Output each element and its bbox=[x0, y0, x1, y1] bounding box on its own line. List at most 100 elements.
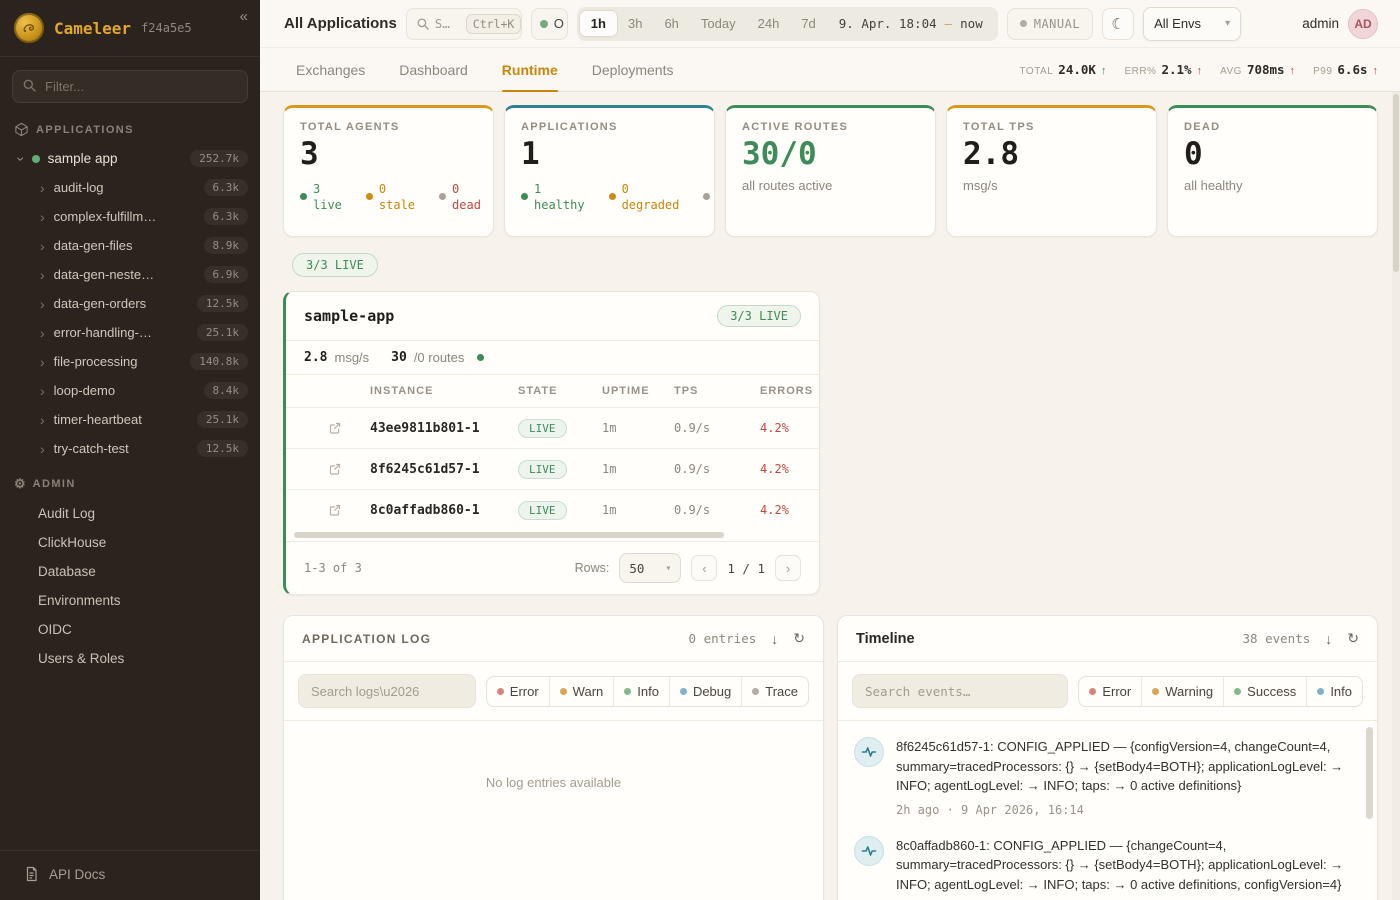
user-name: admin bbox=[1302, 16, 1339, 31]
tab-runtime[interactable]: Runtime bbox=[502, 48, 558, 91]
sidebar-item-users-roles[interactable]: Users & Roles bbox=[0, 644, 260, 673]
chevron-right-icon[interactable]: › bbox=[40, 326, 45, 340]
sidebar-collapse-icon[interactable]: « bbox=[240, 8, 248, 25]
filter-info[interactable]: Info bbox=[613, 677, 669, 706]
range-today[interactable]: Today bbox=[690, 11, 747, 36]
instance-id[interactable]: 8c0affadb860-1 bbox=[364, 490, 512, 531]
tree-item-label: loop-demo bbox=[54, 383, 115, 398]
tree-root-label: sample app bbox=[48, 151, 118, 166]
external-link-icon[interactable] bbox=[328, 503, 358, 517]
timeline-scrollbar-thumb[interactable] bbox=[1366, 727, 1373, 819]
range-24h[interactable]: 24h bbox=[747, 11, 791, 36]
table-row[interactable]: 43ee9811b801-1 LIVE 1m 0.9/s 4.2% 1 bbox=[286, 408, 820, 449]
external-link-icon[interactable] bbox=[328, 462, 358, 476]
download-icon[interactable]: ↓ bbox=[1325, 631, 1332, 647]
prev-page-button[interactable]: ‹ bbox=[691, 555, 717, 581]
chevron-down-icon[interactable]: › bbox=[14, 156, 28, 161]
timeline-event[interactable]: 8c0affadb860-1: CONFIG_APPLIED — {change… bbox=[852, 824, 1361, 900]
tab-exchanges[interactable]: Exchanges bbox=[296, 48, 365, 91]
sidebar-item-database[interactable]: Database bbox=[0, 557, 260, 586]
count-badge: 25.1k bbox=[197, 411, 248, 428]
app-routes-value: 30 bbox=[391, 350, 407, 365]
chevron-right-icon[interactable]: › bbox=[40, 442, 45, 456]
scrollbar-thumb[interactable] bbox=[294, 532, 724, 538]
filter-info[interactable]: Info bbox=[1306, 677, 1362, 706]
chevron-right-icon[interactable]: › bbox=[40, 239, 45, 253]
next-page-button[interactable]: › bbox=[775, 555, 801, 581]
filter-error[interactable]: Error bbox=[487, 677, 549, 706]
timeline-search[interactable] bbox=[852, 674, 1068, 708]
chevron-right-icon[interactable]: › bbox=[40, 384, 45, 398]
external-link-icon[interactable] bbox=[328, 421, 358, 435]
timeline-search-input[interactable] bbox=[865, 684, 1055, 699]
card-value: 3 bbox=[300, 137, 477, 173]
table-row[interactable]: 8f6245c61d57-1 LIVE 1m 0.9/s 4.2% 1 bbox=[286, 449, 820, 490]
range-3h[interactable]: 3h bbox=[617, 11, 653, 36]
tree-item-loop-demo[interactable]: › loop-demo 8.4k bbox=[0, 376, 260, 405]
chevron-right-icon[interactable]: › bbox=[40, 413, 45, 427]
sidebar-filter-input[interactable] bbox=[12, 70, 248, 103]
chevron-right-icon[interactable]: › bbox=[40, 210, 45, 224]
tree-item-try-catch-test[interactable]: › try-catch-test 12.5k bbox=[0, 434, 260, 463]
filter-trace[interactable]: Trace bbox=[741, 677, 808, 706]
document-icon bbox=[24, 866, 39, 882]
main-scrollbar[interactable] bbox=[1392, 92, 1400, 900]
filter-debug[interactable]: Debug bbox=[669, 677, 741, 706]
table-row[interactable]: 8c0affadb860-1 LIVE 1m 0.9/s 4.2% 1 bbox=[286, 490, 820, 531]
filter-success[interactable]: Success bbox=[1223, 677, 1306, 706]
tree-root-sample-app[interactable]: › sample app 252.7k bbox=[0, 144, 260, 173]
filter-warn[interactable]: Warn bbox=[549, 677, 614, 706]
range-1h[interactable]: 1h bbox=[580, 11, 617, 36]
application-name[interactable]: sample-app bbox=[304, 307, 394, 325]
download-icon[interactable]: ↓ bbox=[771, 631, 778, 647]
log-search-input[interactable] bbox=[311, 684, 463, 699]
instance-id[interactable]: 43ee9811b801-1 bbox=[364, 408, 512, 449]
main-scrollbar-thumb[interactable] bbox=[1393, 94, 1399, 272]
sidebar-item-oidc[interactable]: OIDC bbox=[0, 615, 260, 644]
global-search[interactable]: Ctrl+K bbox=[406, 8, 522, 40]
errors-value: 4.2% bbox=[754, 449, 820, 490]
chevron-right-icon[interactable]: › bbox=[40, 355, 45, 369]
chevron-right-icon[interactable]: › bbox=[40, 181, 45, 195]
connection-status-pill[interactable]: O bbox=[531, 8, 568, 40]
tree-item-complex-fulfillm[interactable]: › complex-fulfillm… 6.3k bbox=[0, 202, 260, 231]
card-breakdown: 1healthy 0degraded 0criti bbox=[521, 181, 698, 213]
tree-item-label: timer-heartbeat bbox=[54, 412, 142, 427]
range-display[interactable]: 9. Apr. 18:04 — now bbox=[827, 16, 995, 31]
range-6h[interactable]: 6h bbox=[653, 11, 689, 36]
count-badge: 6.3k bbox=[204, 179, 249, 196]
trend-up-icon: ↑ bbox=[1101, 65, 1107, 77]
tab-deployments[interactable]: Deployments bbox=[592, 48, 674, 91]
refresh-icon[interactable]: ↻ bbox=[793, 630, 805, 647]
environment-value: All Envs bbox=[1154, 16, 1201, 31]
tree-item-data-gen-files[interactable]: › data-gen-files 8.9k bbox=[0, 231, 260, 260]
tab-dashboard[interactable]: Dashboard bbox=[399, 48, 468, 91]
api-docs-link[interactable]: API Docs bbox=[0, 850, 260, 900]
refresh-icon[interactable]: ↻ bbox=[1347, 630, 1359, 647]
rows-per-page-select[interactable]: 50 ▾ bbox=[619, 553, 681, 583]
avatar[interactable]: AD bbox=[1348, 9, 1378, 39]
tree-item-error-handling[interactable]: › error-handling-… 25.1k bbox=[0, 318, 260, 347]
timeline-event[interactable]: 8f6245c61d57-1: CONFIG_APPLIED — {config… bbox=[852, 725, 1361, 824]
manual-refresh-button[interactable]: MANUAL bbox=[1007, 8, 1093, 40]
sidebar-item-audit-log[interactable]: Audit Log bbox=[0, 499, 260, 528]
global-search-input[interactable] bbox=[435, 16, 461, 31]
sidebar-item-clickhouse[interactable]: ClickHouse bbox=[0, 528, 260, 557]
tree-item-data-gen-orders[interactable]: › data-gen-orders 12.5k bbox=[0, 289, 260, 318]
range-7d[interactable]: 7d bbox=[790, 11, 826, 36]
tree-item-audit-log[interactable]: › audit-log 6.3k bbox=[0, 173, 260, 202]
sidebar-item-environments[interactable]: Environments bbox=[0, 586, 260, 615]
tree-item-file-processing[interactable]: › file-processing 140.8k bbox=[0, 347, 260, 376]
chevron-right-icon[interactable]: › bbox=[40, 297, 45, 311]
filter-error[interactable]: Error bbox=[1079, 677, 1141, 706]
log-search[interactable] bbox=[298, 674, 476, 708]
chameleon-icon bbox=[20, 19, 38, 37]
chevron-right-icon[interactable]: › bbox=[40, 268, 45, 282]
instance-id[interactable]: 8f6245c61d57-1 bbox=[364, 449, 512, 490]
kpi-label: P99 bbox=[1313, 66, 1332, 77]
tree-item-data-gen-nested[interactable]: › data-gen-neste… 6.9k bbox=[0, 260, 260, 289]
tree-item-timer-heartbeat[interactable]: › timer-heartbeat 25.1k bbox=[0, 405, 260, 434]
filter-warning[interactable]: Warning bbox=[1141, 677, 1223, 706]
dark-mode-toggle[interactable]: ☾ bbox=[1102, 8, 1134, 40]
environment-select[interactable]: All Envs ▾ bbox=[1143, 7, 1241, 41]
